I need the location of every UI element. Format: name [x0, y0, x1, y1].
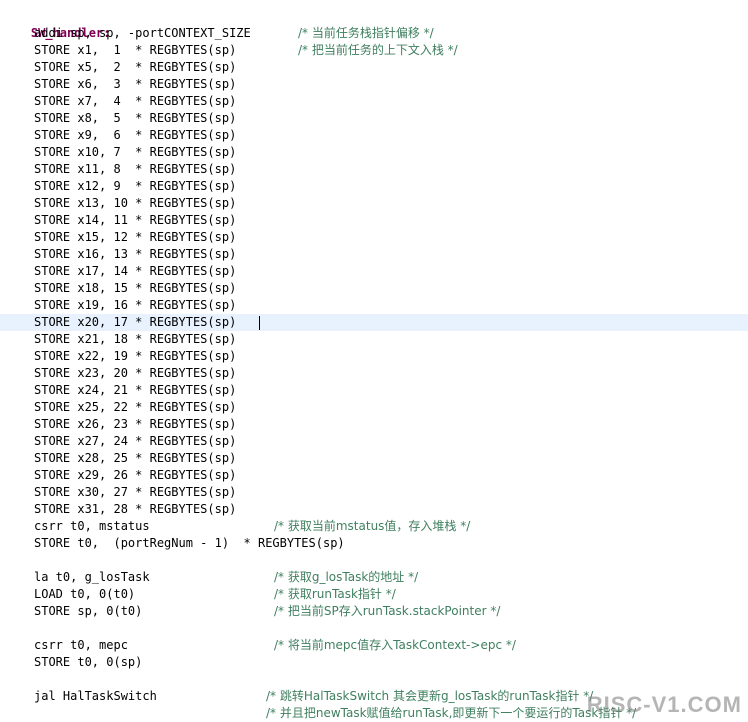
- code-text: STORE x10, 7 * REGBYTES(sp): [34, 145, 237, 159]
- code-text: STORE x20, 17 * REGBYTES(sp): [34, 315, 237, 329]
- code-line[interactable]: addi sp, sp, -portCONTEXT_SIZE /* 当前任务栈指针…: [0, 25, 748, 42]
- code-comment: /* 将当前mepc值存入TaskContext->epc */: [274, 638, 516, 652]
- code-text: STORE x18, 15 * REGBYTES(sp): [34, 281, 237, 295]
- code-text: STORE x30, 27 * REGBYTES(sp): [34, 485, 237, 499]
- code-text: la t0, g_losTask: [34, 570, 150, 584]
- code-line[interactable]: STORE x11, 8 * REGBYTES(sp): [0, 161, 748, 178]
- text-caret: [259, 316, 260, 330]
- code-text: STORE x23, 20 * REGBYTES(sp): [34, 366, 237, 380]
- code-line[interactable]: STORE x24, 21 * REGBYTES(sp): [0, 382, 748, 399]
- code-text: STORE x15, 12 * REGBYTES(sp): [34, 230, 237, 244]
- code-line[interactable]: STORE x9, 6 * REGBYTES(sp): [0, 127, 748, 144]
- code-line[interactable]: [0, 620, 748, 637]
- code-line[interactable]: STORE t0, 0(sp): [0, 654, 748, 671]
- code-text: STORE t0, (portRegNum - 1) * REGBYTES(sp…: [34, 536, 345, 550]
- watermark-logo: RISC-V1.COM: [586, 692, 742, 717]
- code-text: STORE x17, 14 * REGBYTES(sp): [34, 264, 237, 278]
- code-line[interactable]: STORE x1, 1 * REGBYTES(sp) /* 把当前任务的上下文入栈…: [0, 42, 748, 59]
- code-line[interactable]: STORE x10, 7 * REGBYTES(sp): [0, 144, 748, 161]
- code-text: STORE x14, 11 * REGBYTES(sp): [34, 213, 237, 227]
- code-line[interactable]: [0, 552, 748, 569]
- code-line[interactable]: STORE x14, 11 * REGBYTES(sp): [0, 212, 748, 229]
- code-line[interactable]: csrr t0, mstatus /* 获取当前mstatus值，存入堆栈 */: [0, 518, 748, 535]
- code-text: jal HalTaskSwitch: [34, 689, 157, 703]
- code-text: STORE x7, 4 * REGBYTES(sp): [34, 94, 237, 108]
- code-text: STORE x13, 10 * REGBYTES(sp): [34, 196, 237, 210]
- code-text: LOAD t0, 0(t0): [34, 587, 136, 601]
- code-line[interactable]: STORE x22, 19 * REGBYTES(sp): [0, 348, 748, 365]
- code-text: addi sp, sp, -portCONTEXT_SIZE: [34, 26, 251, 40]
- code-text: STORE x1, 1 * REGBYTES(sp): [34, 43, 237, 57]
- code-line[interactable]: STORE x16, 13 * REGBYTES(sp): [0, 246, 748, 263]
- code-text: csrr t0, mepc: [34, 638, 128, 652]
- code-line[interactable]: STORE sp, 0(t0) /* 把当前SP存入runTask.stackPo…: [0, 603, 748, 620]
- code-editor[interactable]: SW_handler: addi sp, sp, -portCONTEXT_SI…: [0, 0, 748, 722]
- code-line[interactable]: STORE x7, 4 * REGBYTES(sp): [0, 93, 748, 110]
- code-line[interactable]: STORE x28, 25 * REGBYTES(sp): [0, 450, 748, 467]
- code-comment: /* 并且把newTask赋值给runTask,即更新下一个要运行的Task指针…: [266, 706, 637, 720]
- code-comment: /* 获取当前mstatus值，存入堆栈 */: [274, 519, 471, 533]
- code-line[interactable]: STORE x5, 2 * REGBYTES(sp): [0, 59, 748, 76]
- code-comment: /* 把当前SP存入runTask.stackPointer */: [274, 604, 501, 618]
- code-text: STORE x29, 26 * REGBYTES(sp): [34, 468, 237, 482]
- code-text: STORE x8, 5 * REGBYTES(sp): [34, 111, 237, 125]
- code-line[interactable]: STORE x17, 14 * REGBYTES(sp): [0, 263, 748, 280]
- code-text: STORE x19, 16 * REGBYTES(sp): [34, 298, 237, 312]
- code-text: STORE x27, 24 * REGBYTES(sp): [34, 434, 237, 448]
- code-comment: /* 获取g_losTask的地址 */: [274, 570, 419, 584]
- code-line[interactable]: STORE x26, 23 * REGBYTES(sp): [0, 416, 748, 433]
- code-line[interactable]: STORE x19, 16 * REGBYTES(sp): [0, 297, 748, 314]
- code-line[interactable]: STORE x13, 10 * REGBYTES(sp): [0, 195, 748, 212]
- code-line[interactable]: STORE x31, 28 * REGBYTES(sp): [0, 501, 748, 518]
- code-line[interactable]: STORE x29, 26 * REGBYTES(sp): [0, 467, 748, 484]
- code-line[interactable]: STORE x8, 5 * REGBYTES(sp): [0, 110, 748, 127]
- code-line[interactable]: STORE t0, (portRegNum - 1) * REGBYTES(sp…: [0, 535, 748, 552]
- code-text: STORE x6, 3 * REGBYTES(sp): [34, 77, 237, 91]
- code-text: STORE t0, 0(sp): [34, 655, 143, 669]
- code-line[interactable]: STORE x18, 15 * REGBYTES(sp): [0, 280, 748, 297]
- code-comment: /* 把当前任务的上下文入栈 */: [298, 43, 458, 57]
- code-line[interactable]: STORE x27, 24 * REGBYTES(sp): [0, 433, 748, 450]
- code-comment: /* 跳转HalTaskSwitch 其会更新g_losTask的runTask…: [266, 689, 594, 703]
- code-text: STORE x16, 13 * REGBYTES(sp): [34, 247, 237, 261]
- code-text: STORE x28, 25 * REGBYTES(sp): [34, 451, 237, 465]
- code-comment: /* 当前任务栈指针偏移 */: [298, 26, 434, 40]
- code-text: STORE x25, 22 * REGBYTES(sp): [34, 400, 237, 414]
- code-text: STORE x5, 2 * REGBYTES(sp): [34, 60, 237, 74]
- code-text: STORE x31, 28 * REGBYTES(sp): [34, 502, 237, 516]
- code-line[interactable]: STORE x6, 3 * REGBYTES(sp): [0, 76, 748, 93]
- code-text: STORE x24, 21 * REGBYTES(sp): [34, 383, 237, 397]
- code-text: STORE sp, 0(t0): [34, 604, 143, 618]
- code-comment: /* 获取runTask指针 */: [274, 587, 396, 601]
- code-line[interactable]: STORE x12, 9 * REGBYTES(sp): [0, 178, 748, 195]
- code-line[interactable]: LOAD t0, 0(t0) /* 获取runTask指针 */: [0, 586, 748, 603]
- code-line[interactable]: STORE x30, 27 * REGBYTES(sp): [0, 484, 748, 501]
- code-text: STORE x21, 18 * REGBYTES(sp): [34, 332, 237, 346]
- code-line[interactable]: STORE x15, 12 * REGBYTES(sp): [0, 229, 748, 246]
- code-text: STORE x12, 9 * REGBYTES(sp): [34, 179, 237, 193]
- code-text: STORE x26, 23 * REGBYTES(sp): [34, 417, 237, 431]
- code-text: STORE x22, 19 * REGBYTES(sp): [34, 349, 237, 363]
- label-line: SW_handler:: [2, 8, 748, 40]
- code-line[interactable]: csrr t0, mepc /* 将当前mepc值存入TaskContext->e…: [0, 637, 748, 654]
- code-line[interactable]: STORE x23, 20 * REGBYTES(sp): [0, 365, 748, 382]
- code-text: STORE x11, 8 * REGBYTES(sp): [34, 162, 237, 176]
- code-text: csrr t0, mstatus: [34, 519, 150, 533]
- code-text: STORE x9, 6 * REGBYTES(sp): [34, 128, 237, 142]
- code-line[interactable]: [0, 671, 748, 688]
- code-line[interactable]: STORE x25, 22 * REGBYTES(sp): [0, 399, 748, 416]
- code-line[interactable]: la t0, g_losTask /* 获取g_losTask的地址 */: [0, 569, 748, 586]
- code-line[interactable]: STORE x21, 18 * REGBYTES(sp): [0, 331, 748, 348]
- code-line[interactable]: STORE x20, 17 * REGBYTES(sp): [0, 314, 748, 331]
